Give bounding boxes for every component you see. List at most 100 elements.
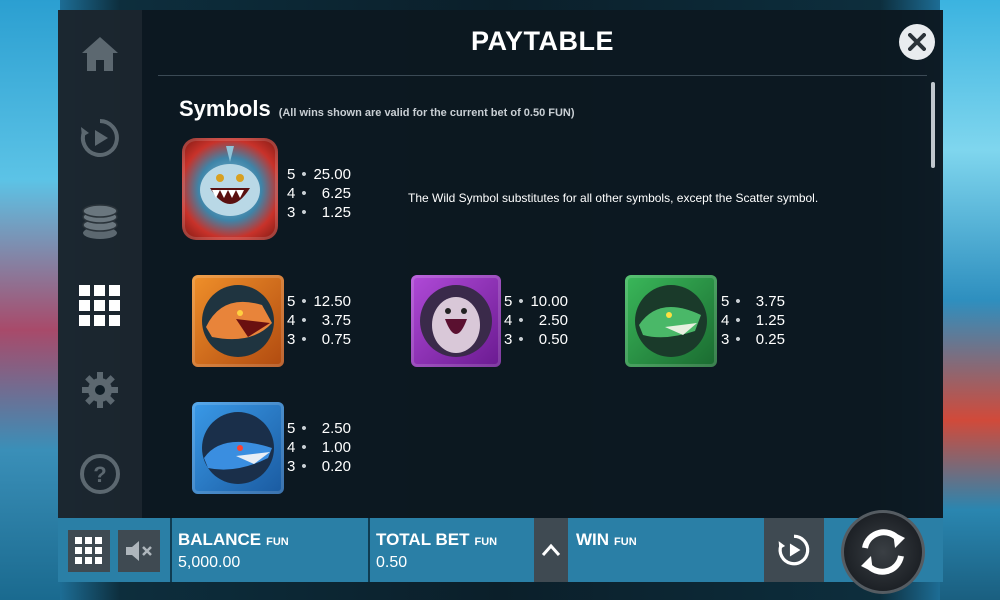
green-shark-symbol	[625, 275, 717, 367]
pay-row: 5 • 10.00	[504, 293, 568, 310]
green-shark-paytable: 5 • 3.75 4 • 1.25 3 • 0.25	[721, 292, 785, 349]
settings-button[interactable]	[70, 360, 130, 420]
total-bet-label: TOTAL BET FUN	[376, 530, 497, 550]
pay-value: 2.50	[321, 420, 351, 437]
purple-shark-symbol	[411, 275, 501, 367]
pay-row: 3 • 0.20	[287, 458, 351, 475]
pay-row: 3 • 0.75	[287, 331, 351, 348]
pay-count: 3	[287, 331, 296, 348]
pay-value: 0.20	[321, 458, 351, 475]
pay-count: 3	[287, 204, 296, 221]
pay-value: 0.75	[321, 331, 351, 348]
pay-value: 1.25	[755, 312, 785, 329]
pay-value: 6.25	[321, 185, 351, 202]
grid-icon	[79, 285, 120, 326]
divider	[368, 518, 370, 582]
pay-value: 10.00	[530, 293, 568, 310]
pay-count: 5	[287, 293, 296, 310]
bet-note: (All wins shown are valid for the curren…	[278, 107, 575, 119]
autoplay-icon	[80, 119, 119, 157]
balance-value: 5,000.00	[178, 554, 241, 571]
wild-paytable: 5 • 25.00 4 • 6.25 3 • 1.25	[287, 165, 351, 222]
pay-value: 1.00	[321, 439, 351, 456]
autoplay-icon	[778, 534, 810, 566]
autoplay-nav-button[interactable]	[70, 108, 130, 168]
page-title: PAYTABLE	[470, 26, 615, 56]
pay-row: 4 • 6.25	[287, 185, 351, 202]
autoplay-button[interactable]	[764, 518, 824, 582]
symbols-heading: Symbols (All wins shown are valid for th…	[179, 96, 575, 122]
shark-icon	[202, 285, 274, 357]
pay-value: 12.50	[313, 293, 351, 310]
home-icon	[82, 37, 118, 71]
total-bet-currency: FUN	[474, 536, 498, 548]
shark-icon	[635, 285, 707, 357]
pay-count: 3	[287, 458, 296, 475]
orange-shark-symbol	[192, 275, 284, 367]
pay-count: 4	[287, 439, 296, 456]
pay-value: 0.50	[538, 331, 568, 348]
close-icon	[908, 33, 926, 51]
win-label: WIN FUN	[576, 530, 637, 550]
title-divider	[158, 75, 927, 76]
total-bet-value: 0.50	[376, 554, 408, 571]
pay-row: 5 • 25.00	[287, 166, 351, 183]
home-button[interactable]	[70, 24, 130, 84]
pay-count: 3	[721, 331, 730, 348]
pay-value: 2.50	[538, 312, 568, 329]
pay-count: 5	[504, 293, 513, 310]
grid-icon	[75, 537, 102, 564]
pay-count: 3	[504, 331, 513, 348]
sound-muted-icon	[126, 541, 152, 561]
pay-count: 5	[721, 293, 730, 310]
pay-value: 25.00	[313, 166, 351, 183]
win-currency: FUN	[614, 536, 637, 548]
pay-row: 3 • 0.50	[504, 331, 568, 348]
background-right	[940, 0, 1000, 600]
shark-icon	[420, 285, 492, 357]
blue-shark-paytable: 5 • 2.50 4 • 1.00 3 • 0.20	[287, 419, 351, 476]
side-navigation: ?	[58, 10, 142, 518]
help-button[interactable]: ?	[70, 444, 130, 504]
svg-text:?: ?	[93, 462, 106, 487]
balance-currency: FUN	[266, 536, 289, 548]
scrollbar[interactable]	[931, 82, 935, 168]
pay-row: 5 • 12.50	[287, 293, 351, 310]
shark-icon	[202, 412, 274, 484]
orange-shark-paytable: 5 • 12.50 4 • 3.75 3 • 0.75	[287, 292, 351, 349]
pay-value: 1.25	[321, 204, 351, 221]
blue-shark-symbol	[192, 402, 284, 494]
spin-icon	[861, 529, 905, 575]
mute-button[interactable]	[118, 530, 160, 572]
pay-row: 3 • 0.25	[721, 331, 785, 348]
total-bet-label-text: TOTAL BET	[376, 530, 470, 549]
pay-count: 4	[287, 312, 296, 329]
paytable-nav-button[interactable]	[70, 276, 130, 336]
pay-row: 4 • 3.75	[287, 312, 351, 329]
help-icon: ?	[80, 454, 120, 494]
balance-label-text: BALANCE	[178, 530, 262, 549]
section-title: Symbols	[179, 96, 271, 121]
pay-count: 4	[504, 312, 513, 329]
background-left	[0, 0, 60, 600]
close-button[interactable]	[899, 24, 935, 60]
purple-shark-paytable: 5 • 10.00 4 • 2.50 3 • 0.50	[504, 292, 568, 349]
pay-row: 3 • 1.25	[287, 204, 351, 221]
bet-settings-button[interactable]	[70, 192, 130, 252]
gear-icon	[82, 372, 118, 408]
coins-icon	[82, 204, 118, 239]
spin-button[interactable]	[841, 510, 925, 594]
pay-count: 5	[287, 420, 296, 437]
divider	[170, 518, 172, 582]
pay-value: 0.25	[755, 331, 785, 348]
menu-button[interactable]	[68, 530, 110, 572]
bet-expand-button[interactable]	[534, 518, 568, 582]
pay-value: 3.75	[755, 293, 785, 310]
chevron-up-icon	[541, 543, 561, 556]
pay-count: 5	[287, 166, 296, 183]
balance-label: BALANCE FUN	[178, 530, 289, 550]
wild-description: The Wild Symbol substitutes for all othe…	[408, 191, 819, 205]
pay-count: 4	[721, 312, 730, 329]
wild-symbol-image	[182, 138, 278, 240]
win-label-text: WIN	[576, 530, 610, 549]
